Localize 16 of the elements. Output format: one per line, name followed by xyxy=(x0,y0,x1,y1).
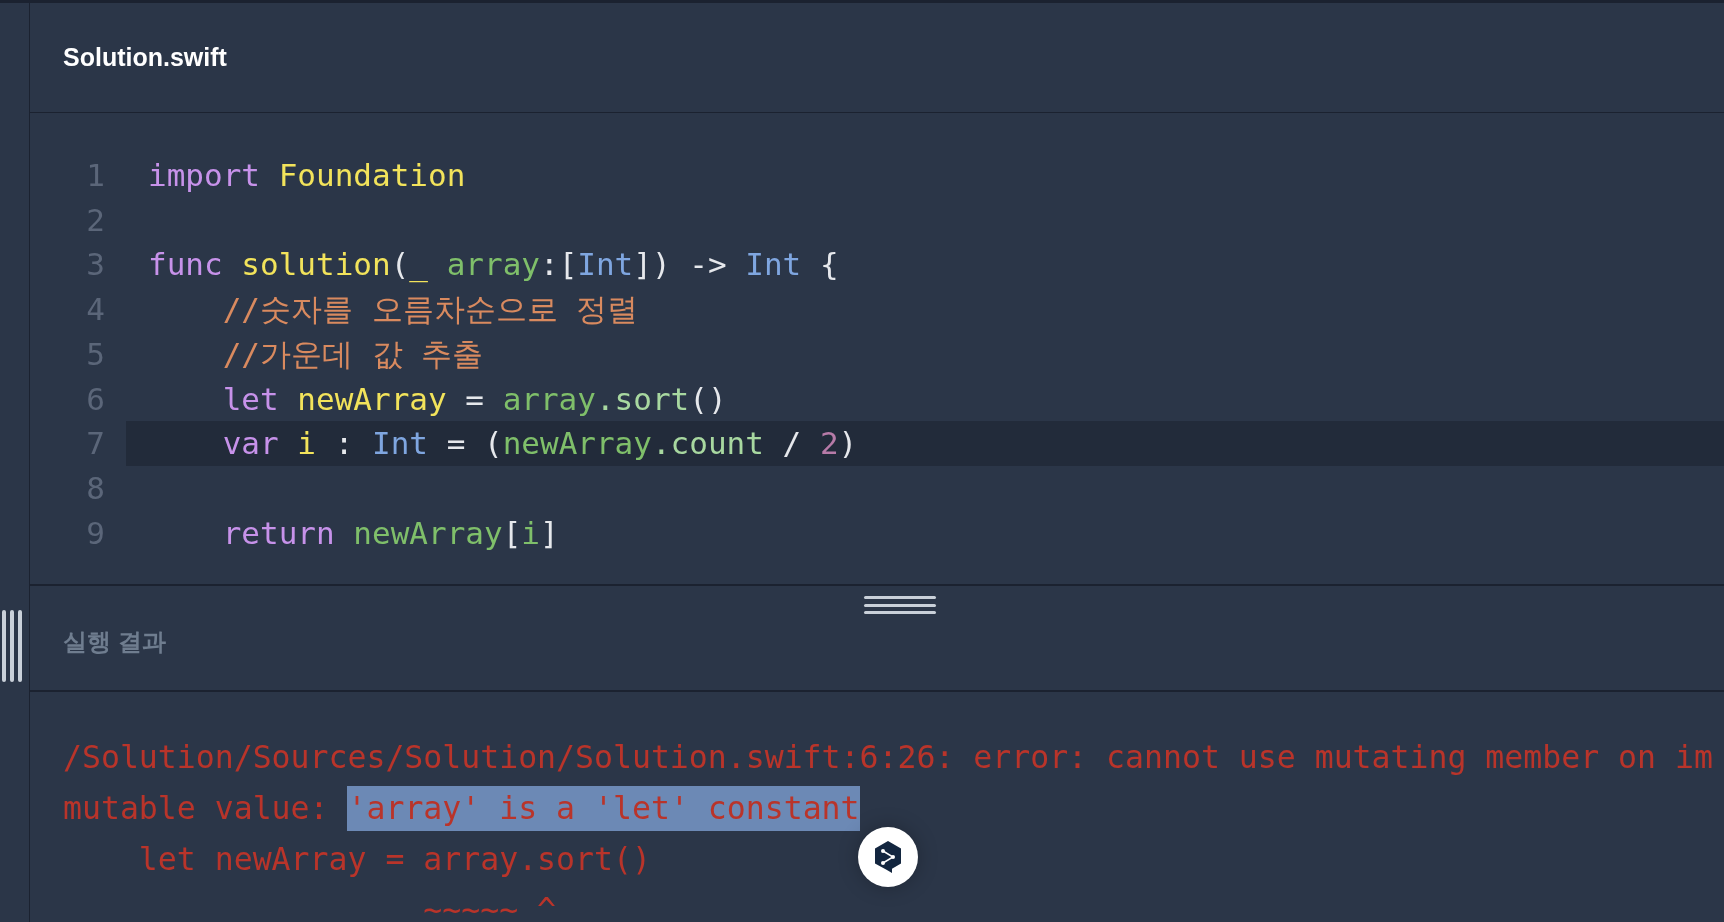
code-line: func solution(_ array:[Int]) -> Int { xyxy=(147,245,840,285)
floating-action-button[interactable] xyxy=(858,827,918,887)
file-title: Solution.swift xyxy=(63,41,227,73)
code-line: let newArray = array.sort() xyxy=(221,379,728,419)
code-line: //숫자를 오름차순으로 정렬 xyxy=(221,290,640,330)
error-output-line: /Solution/Sources/Solution/Solution.swift:6:26: error: cannot use mutating member on im xyxy=(63,737,1713,777)
code-line: //가운데 값 추출 xyxy=(221,334,485,374)
error-output-line: mutable value: 'array' is a 'let' constant xyxy=(63,783,860,834)
error-output-line: let newArray = array.sort() xyxy=(137,839,651,879)
drag-handle[interactable] xyxy=(864,596,936,614)
code-line: return newArray[i] xyxy=(221,513,560,553)
error-output-line: ~~~~~ ^ xyxy=(422,890,557,922)
share-hexagon-icon xyxy=(872,840,904,874)
code-line: import Foundation xyxy=(147,156,467,196)
output-title: 실행 결과 xyxy=(63,627,167,657)
resize-handle[interactable] xyxy=(2,610,22,682)
